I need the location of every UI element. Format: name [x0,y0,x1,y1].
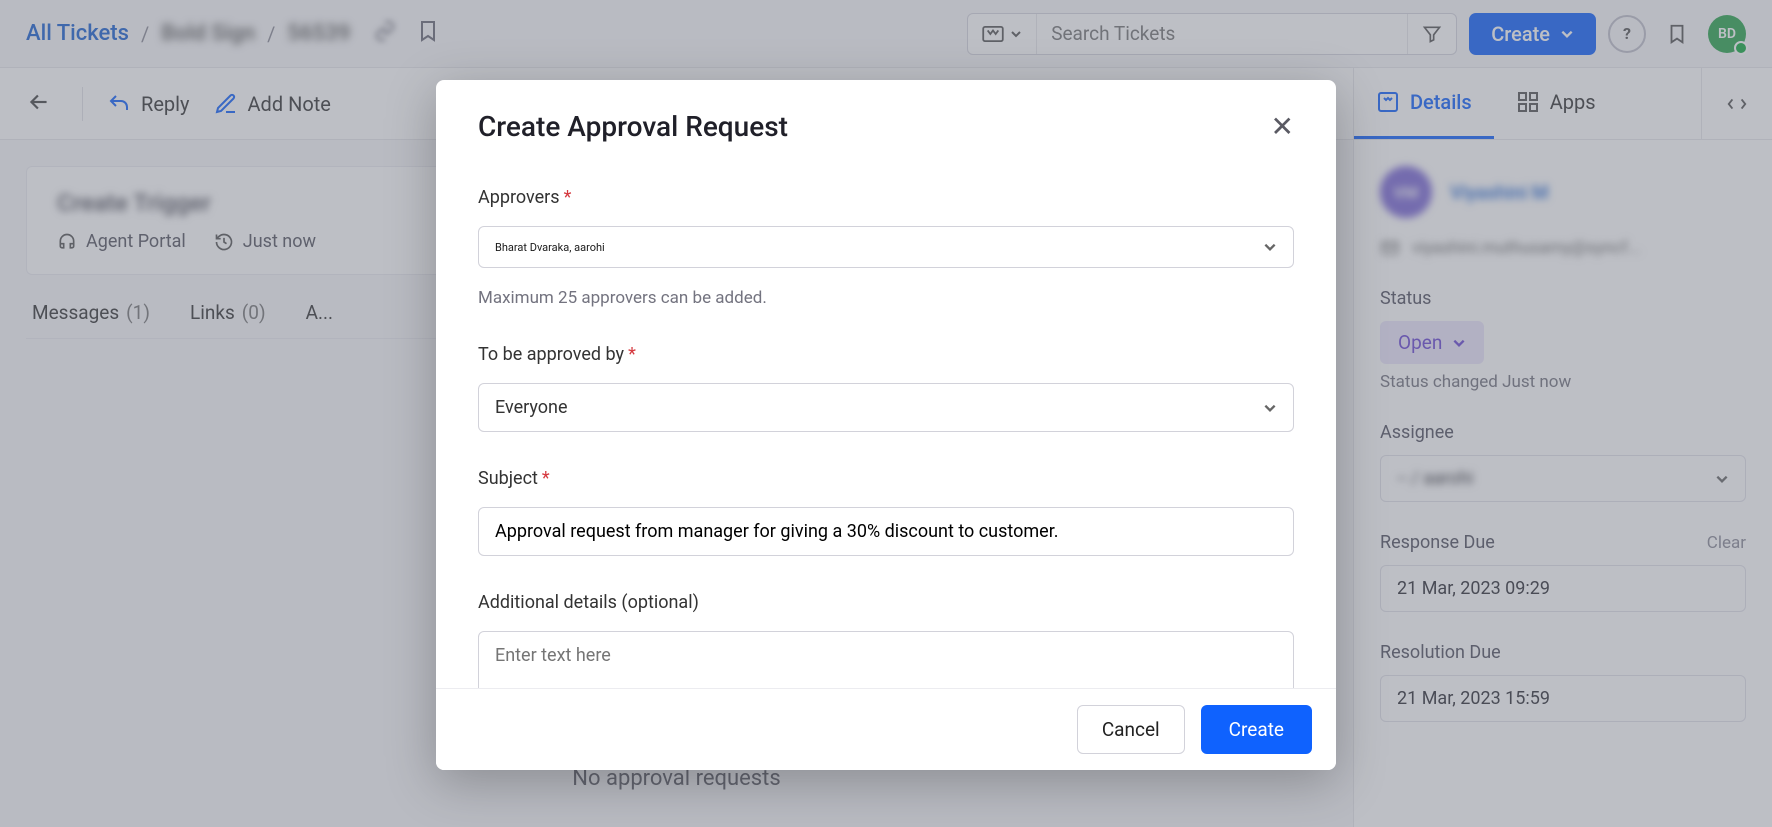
modal-title: Create Approval Request [478,110,788,143]
modal-overlay: Create Approval Request ✕ Approvers* Bha… [0,0,1772,827]
subject-input[interactable] [495,521,1277,542]
approvers-select[interactable]: Bharat Dvaraka, aarohi [478,226,1294,268]
details-label: Additional details (optional) [478,592,1294,613]
details-input-wrap [478,631,1294,688]
approved-by-select[interactable]: Everyone [478,383,1294,432]
approvers-label: Approvers* [478,187,1294,208]
approved-by-label: To be approved by* [478,344,1294,365]
chevron-down-icon [1263,240,1277,254]
approval-modal: Create Approval Request ✕ Approvers* Bha… [436,80,1336,770]
modal-footer: Cancel Create [436,688,1336,770]
subject-input-wrap [478,507,1294,556]
modal-create-button[interactable]: Create [1201,705,1312,754]
cancel-button[interactable]: Cancel [1077,705,1185,754]
chevron-down-icon [1263,401,1277,415]
approved-by-value: Everyone [495,397,568,418]
approvers-value: Bharat Dvaraka, aarohi [495,241,605,254]
approvers-hint: Maximum 25 approvers can be added. [478,288,1294,308]
close-icon[interactable]: ✕ [1271,110,1294,143]
modal-body: Approvers* Bharat Dvaraka, aarohi Maximu… [436,143,1336,688]
subject-label: Subject* [478,468,1294,489]
details-textarea[interactable] [495,645,1277,685]
modal-header: Create Approval Request ✕ [436,80,1336,143]
